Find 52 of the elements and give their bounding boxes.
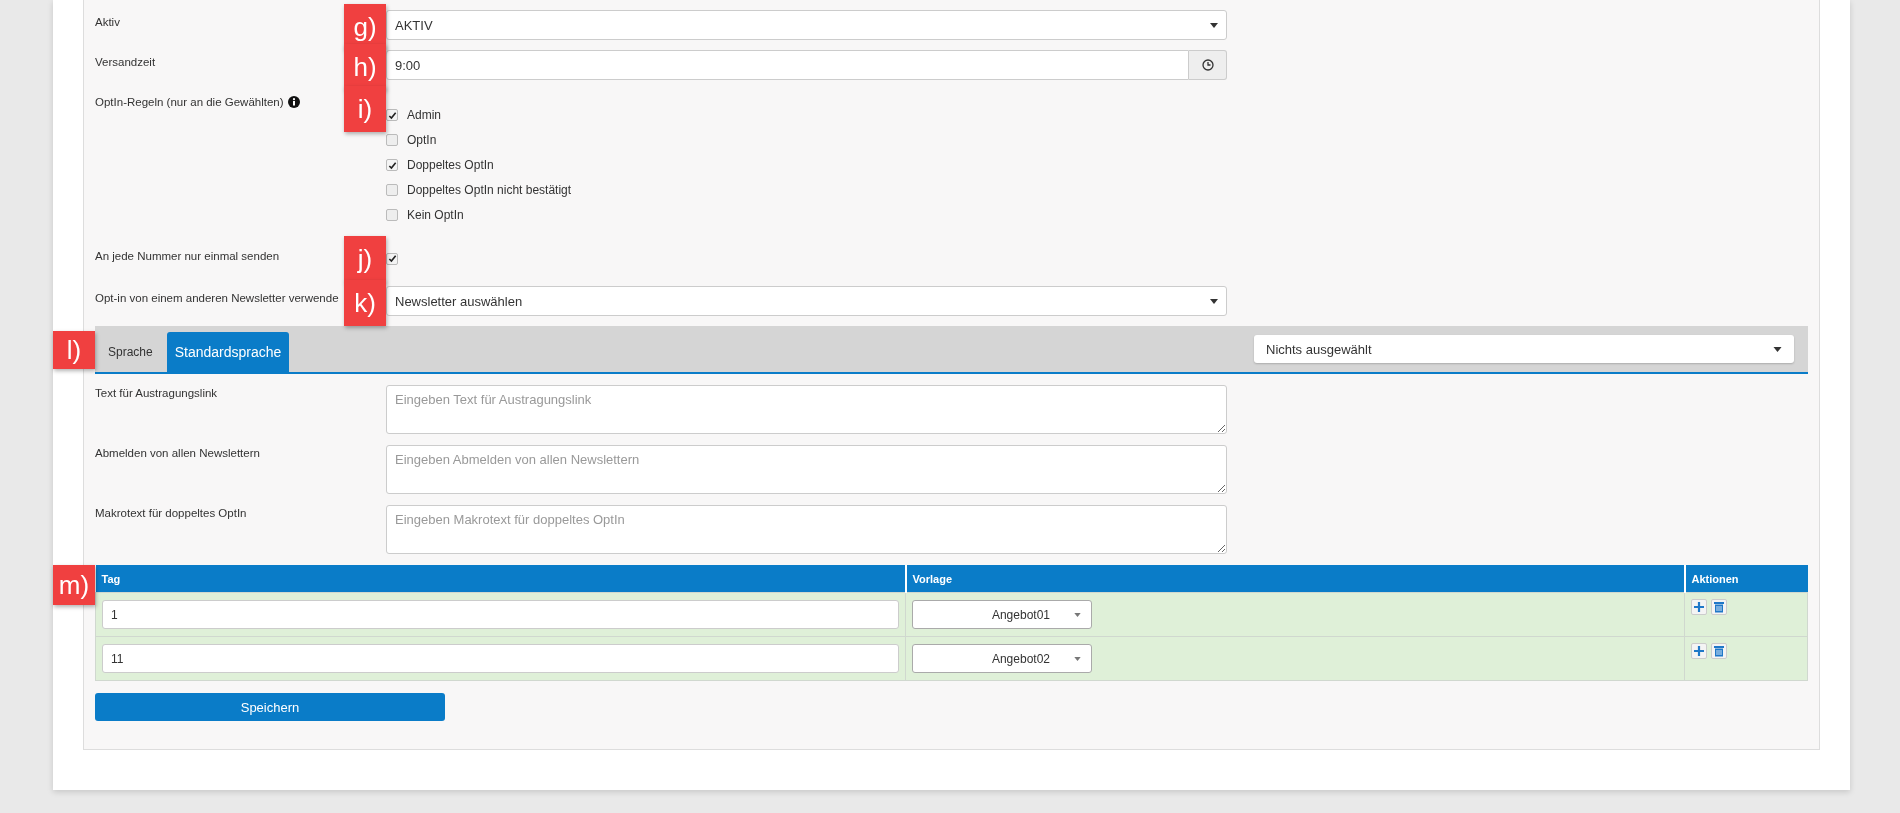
template-select[interactable]: Angebot02: [912, 644, 1092, 673]
add-button[interactable]: [1691, 643, 1707, 659]
field-label: OptIn-Regeln (nur an die Gewählten): [95, 96, 284, 108]
time-input[interactable]: 9:00: [386, 50, 1189, 80]
field-label: Aktiv: [95, 16, 120, 28]
checkbox[interactable]: [386, 159, 398, 171]
caret-icon: [1074, 612, 1081, 617]
column-header: Vorlage: [905, 565, 1685, 593]
checkbox-label: Kein OptIn: [407, 208, 464, 222]
save-button[interactable]: Speichern: [95, 693, 445, 721]
delete-button[interactable]: [1711, 643, 1727, 659]
checkbox-label: Doppeltes OptIn nicht bestätigt: [407, 183, 572, 197]
language-select[interactable]: Nichts ausgewählt: [1254, 335, 1794, 363]
text-area[interactable]: Eingeben Text für Austragungslink: [386, 385, 1227, 434]
tab[interactable]: Sprache: [100, 332, 161, 372]
caret-icon: [1773, 346, 1782, 352]
caret-icon: [1210, 22, 1218, 28]
annotation-marker: i): [344, 86, 386, 132]
checkbox-label: Admin: [407, 108, 441, 122]
add-button[interactable]: [1691, 599, 1707, 615]
column-header: Aktionen: [1684, 565, 1808, 593]
select-field[interactable]: AKTIV: [386, 10, 1227, 40]
checkbox[interactable]: [386, 109, 398, 121]
caret-icon: [1210, 298, 1218, 304]
annotation-marker: l): [53, 331, 95, 369]
tag-input[interactable]: 11: [102, 644, 899, 673]
caret-icon: [1074, 656, 1081, 661]
checkbox[interactable]: [386, 184, 398, 196]
field-label: Opt-in von einem anderen Newsletter verwende: [95, 292, 339, 304]
checkbox-label: Doppeltes OptIn: [407, 158, 494, 172]
tag-input[interactable]: 1: [102, 600, 899, 629]
checkbox[interactable]: [386, 134, 398, 146]
field-label: Makrotext für doppeltes OptIn: [95, 507, 247, 519]
field-label: Versandzeit: [95, 56, 156, 68]
field-label: An jede Nummer nur einmal senden: [95, 250, 280, 262]
delete-button[interactable]: [1711, 599, 1727, 615]
field-label: Abmelden von allen Newslettern: [95, 447, 260, 459]
text-area[interactable]: Eingeben Abmelden von allen Newslettern: [386, 445, 1227, 494]
field-label: Text für Austragungslink: [95, 387, 218, 399]
text-area[interactable]: Eingeben Makrotext für doppeltes OptIn: [386, 505, 1227, 554]
checkbox[interactable]: [386, 209, 398, 221]
checkbox-label: OptIn: [407, 133, 437, 147]
column-header: Tag: [95, 565, 906, 593]
annotation-marker: k): [344, 280, 386, 326]
checkbox[interactable]: [386, 252, 398, 265]
clock-button[interactable]: [1189, 50, 1227, 80]
template-select[interactable]: Angebot01: [912, 600, 1092, 629]
clock-icon: [1201, 59, 1214, 71]
annotation-marker: m): [53, 565, 95, 605]
tab[interactable]: Standardsprache: [166, 332, 290, 372]
select-field[interactable]: Newsletter auswählen: [386, 286, 1227, 316]
annotation-marker: j): [344, 236, 386, 282]
